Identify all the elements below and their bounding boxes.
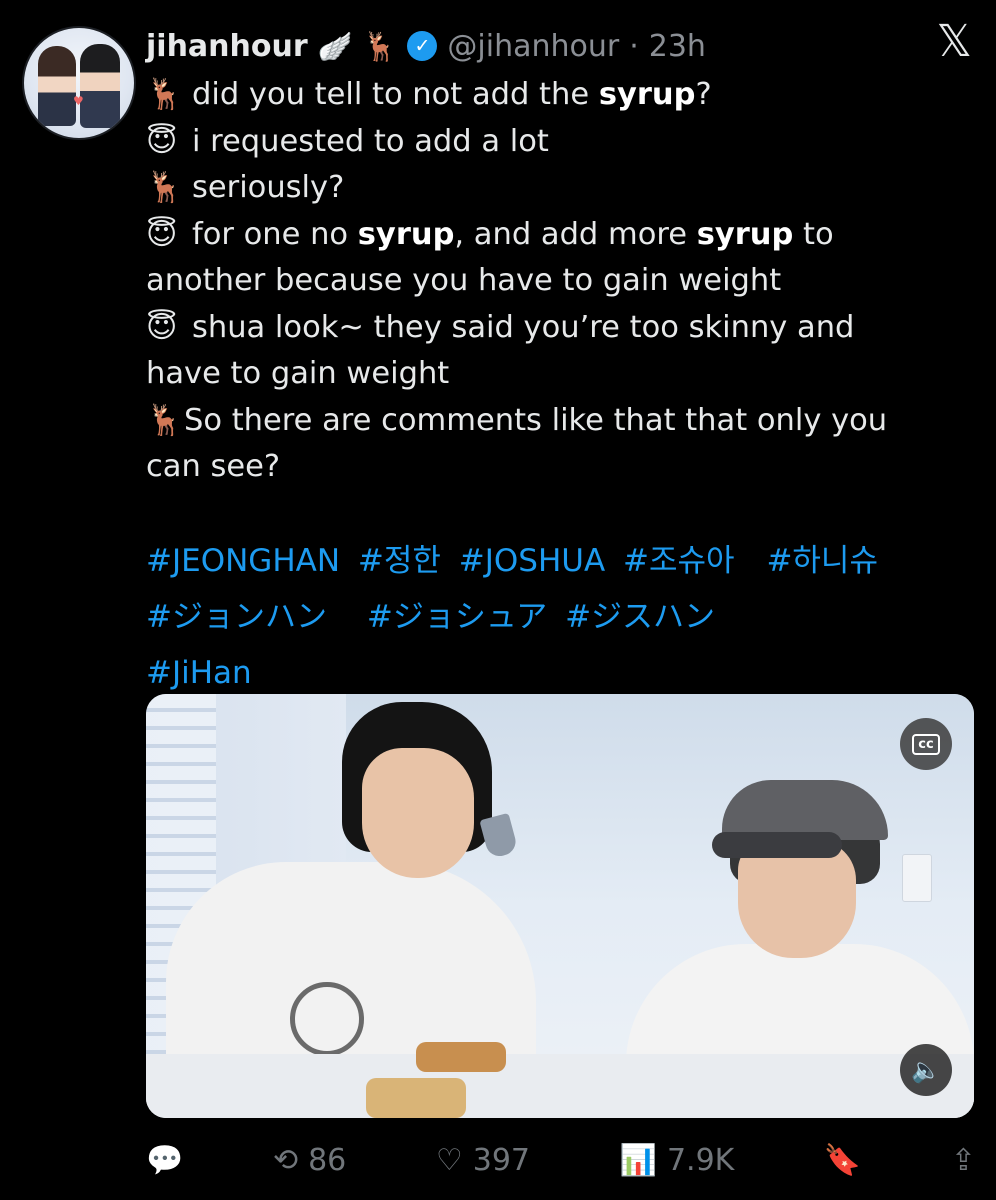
heart-icon: ♥ [73,94,84,108]
bold-word: syrup [357,216,455,252]
views-button[interactable]: 📊 7.9K [620,1143,735,1178]
hashtag-link[interactable]: #ジスハン [565,599,715,635]
table [146,1054,974,1118]
hashtag-row: #JEONGHAN #정한 #JOSHUA #조슈아 #하니슈 [146,533,966,589]
deer-emoji: 🦌 [146,77,184,112]
share-button[interactable]: ⇪ [951,1143,976,1178]
display-name[interactable]: jihanhour [146,29,308,64]
hashtag-link[interactable]: #조슈아 [623,543,735,579]
hashtag-block: #JEONGHAN #정한 #JOSHUA #조슈아 #하니슈 #ジョンハン #… [146,533,966,701]
bar-chart-icon: 📊 [619,1142,657,1178]
verified-badge-icon: ✓ [407,31,438,61]
bold-word: syrup [696,216,794,252]
tweet-text-segment: have to gain weight [146,356,450,391]
separator: · [629,28,639,64]
reply-icon: 💬 [146,1142,184,1178]
retweet-icon: ⟲ [272,1142,299,1178]
tweet-line: 😇 i requested to add a lot [146,119,966,166]
person-face [362,748,474,878]
user-handle[interactable]: @jihanhour [447,29,619,64]
avatar[interactable]: ♥ [22,26,136,140]
deer-emoji: 🦌 [146,170,184,205]
retweet-button[interactable]: ⟲ 86 [273,1143,346,1178]
speaker-icon: 🔈 [911,1056,941,1084]
tweet-text-segment: So there are comments like that that onl… [184,402,888,438]
tweet-text-segment: for one no [192,216,358,252]
timestamp[interactable]: 23h [649,29,706,64]
food-item [366,1078,466,1118]
view-count: 7.9K [666,1142,735,1178]
tweet-line: 🦌So there are comments like that that on… [146,398,966,445]
avatar-person-left [38,46,76,126]
video-player[interactable]: cc 🔈 [146,694,974,1118]
tweet-line: 😇 for one no syrup, and add more syrup to [146,212,966,259]
cap [722,780,888,840]
hashtag-link[interactable]: #JOSHUA [459,543,605,579]
tweet-text: 🦌 did you tell to not add the syrup? 😇 i r… [146,72,966,491]
hashtag-link[interactable]: #정한 [358,543,441,579]
retweet-count: 86 [308,1142,347,1178]
wing-emoji: 🪽 [317,29,353,63]
cap-visor [712,832,842,858]
deer-emoji: 🦌 [146,402,184,438]
hashtag-link[interactable]: #JEONGHAN [146,543,340,579]
hashtag-row: #JiHan [146,645,966,701]
food-item [416,1042,506,1072]
deer-emoji: 🦌 [362,29,398,63]
tweet-text-segment: can see? [146,449,281,484]
tweet-text-segment: ? [695,77,712,112]
cc-icon: cc [912,733,940,755]
tweet-line: have to gain weight [146,351,966,398]
tweet-text-segment: shua look~ they said you’re too skinny a… [192,309,855,345]
action-bar: 💬 ⟲ 86 ♡ 397 📊 7.9K 🔖 ⇪ [146,1138,976,1182]
tweet-line: another because you have to gain weight [146,258,966,305]
hashtag-link[interactable]: #하니슈 [766,543,878,579]
angel-emoji: 😇 [146,123,178,159]
like-button[interactable]: ♡ 397 [436,1143,530,1178]
bold-word: syrup [598,77,696,112]
bookmark-icon: 🔖 [823,1142,862,1178]
volume-button[interactable]: 🔈 [900,1044,952,1096]
angel-emoji: 😇 [146,216,178,252]
tweet-line: can see? [146,444,966,491]
reply-button[interactable]: 💬 [146,1143,183,1178]
tweet-line: 🦌 seriously? [146,165,966,212]
tweet-text-segment: to [793,216,834,252]
hashtag-row: #ジョンハン #ジョシュア #ジスハン [146,589,966,645]
hashtag-link[interactable]: #ジョンハン [146,599,327,635]
x-logo-icon[interactable]: 𝕏 [937,20,972,64]
tweet-text-segment: another because you have to gain weight [146,263,782,298]
heart-icon: ♡ [435,1142,463,1178]
tweet-text-segment: i requested to add a lot [192,123,549,159]
avatar-person-right [80,44,120,128]
bookmark-button[interactable]: 🔖 [824,1143,861,1178]
hashtag-link[interactable]: #JiHan [146,655,252,691]
like-count: 397 [472,1142,531,1178]
captions-button[interactable]: cc [900,718,952,770]
tweet-text-segment: , and add more [454,216,697,252]
share-icon: ⇪ [950,1142,976,1178]
angel-emoji: 😇 [146,309,178,345]
tweet-text-segment: seriously? [192,170,345,205]
hashtag-link[interactable]: #ジョシュア [367,599,547,635]
shirt-logo [290,982,364,1056]
tweet-header: jihanhour 🪽 🦌 ✓ @jihanhour · 23h [146,24,706,68]
tweet-text-segment: did you tell to not add the [192,77,599,112]
tweet-line: 🦌 did you tell to not add the syrup? [146,72,966,119]
tweet-line: 😇 shua look~ they said you’re too skinny … [146,305,966,352]
